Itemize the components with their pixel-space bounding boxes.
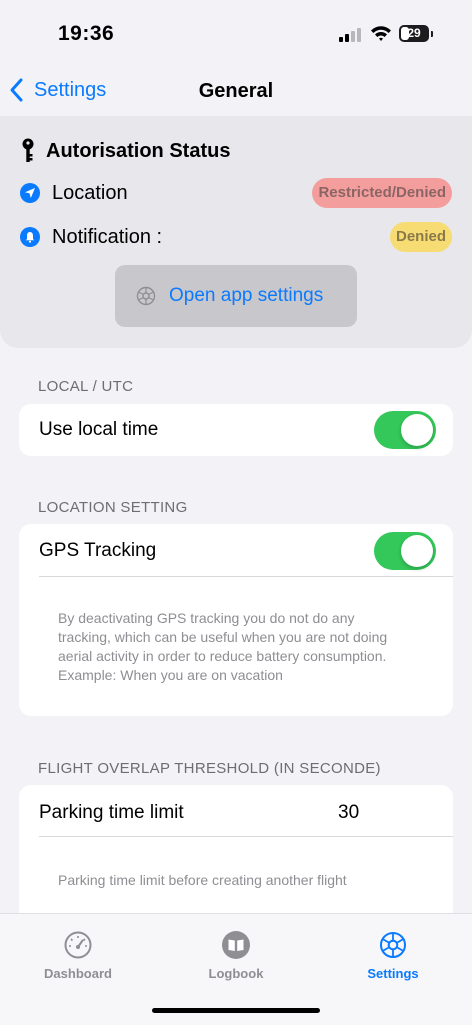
open-app-settings-button[interactable]: Open app settings [115,265,357,327]
location-permission-row: Location Restricted/Denied [20,178,452,208]
tab-dashboard[interactable]: Dashboard [18,930,138,981]
local-utc-section-header: LOCAL / UTC [38,378,134,395]
gps-tracking-label: GPS Tracking [39,540,157,561]
wifi-icon [371,26,391,41]
notification-permission-row: Notification : Denied [20,222,452,252]
battery-level: 29 [407,26,421,40]
open-app-settings-label: Open app settings [169,285,324,306]
book-icon [222,931,250,959]
flight-overlap-section-header: FLIGHT OVERLAP THRESHOLD (IN SECONDE) [38,760,381,777]
back-label: Settings [34,78,107,101]
chevron-left-icon [10,78,23,102]
authorisation-status-card: Autorisation Status Location Restricted/… [0,116,472,348]
row-divider [39,576,453,577]
location-label: Location [52,181,128,204]
speedometer-icon [64,931,92,959]
location-arrow-icon [20,183,40,203]
use-local-time-toggle[interactable] [374,411,436,449]
tab-settings[interactable]: Settings [333,930,453,981]
bell-icon [20,227,40,247]
status-bar: 19:36 29 [0,0,472,60]
parking-time-limit-value[interactable]: 30 [338,802,359,824]
gps-tracking-footnote: By deactivating GPS tracking you do not … [58,610,388,683]
location-setting-card: GPS Tracking By deactivating GPS trackin… [19,524,453,716]
key-icon [22,138,34,162]
gear-icon [136,286,156,306]
back-button[interactable]: Settings [8,75,106,105]
battery-icon: 29 [399,25,429,42]
navigation-bar: General Settings [0,60,472,115]
location-setting-section-header: LOCATION SETTING [38,499,188,516]
gear-icon [380,932,406,958]
tab-logbook[interactable]: Logbook [176,930,296,981]
row-divider [39,836,453,837]
use-local-time-label: Use local time [39,419,159,440]
tab-settings-label: Settings [367,966,419,981]
parking-time-limit-label: Parking time limit [39,802,184,823]
tab-dashboard-label: Dashboard [44,966,112,981]
flight-overlap-card: Parking time limit 30 Parking time limit… [19,785,453,925]
location-status-badge: Restricted/Denied [312,178,452,208]
notification-label: Notification : [52,225,163,248]
home-indicator [152,1008,320,1013]
battery-cap [431,31,433,37]
authorisation-title: Autorisation Status [46,139,231,162]
parking-time-limit-footnote: Parking time limit before creating anoth… [58,872,347,888]
notification-status-badge: Denied [389,222,452,252]
local-time-card: Use local time [19,404,453,456]
tab-logbook-label: Logbook [208,966,264,981]
cellular-signal-icon [339,26,363,42]
status-time: 19:36 [58,22,115,45]
gps-tracking-toggle[interactable] [374,532,436,570]
authorisation-title-row: Autorisation Status [20,138,230,164]
